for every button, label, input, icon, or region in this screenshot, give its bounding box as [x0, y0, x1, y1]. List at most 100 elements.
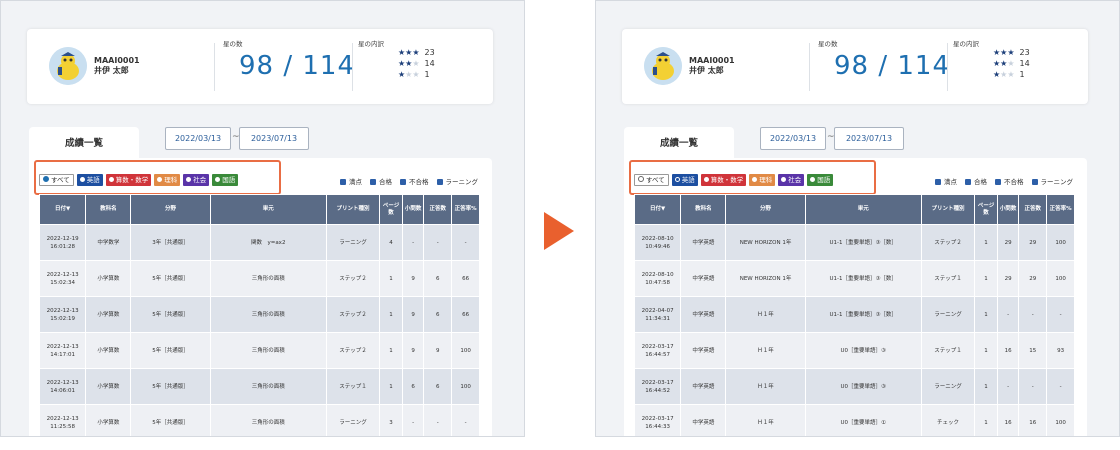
cell-unit: U0［重要単語］③ — [804, 332, 922, 369]
cell-unit: 三角形の面積 — [209, 296, 327, 333]
cell-questions: - — [401, 404, 425, 436]
cell-print-type: ラーニング — [325, 224, 381, 261]
tab-results-list[interactable]: 成績一覧 — [624, 127, 734, 159]
filter-math[interactable]: 算数・数学 — [700, 174, 747, 186]
checkbox-label: 不合格 — [1004, 178, 1024, 186]
filter-science[interactable]: 理科 — [749, 174, 776, 186]
cell-rate: - — [1046, 368, 1075, 405]
cell-field: 5年［共通版］ — [130, 296, 211, 333]
date-from-field[interactable]: 2022/03/13 — [165, 127, 231, 150]
filter-science[interactable]: 理科 — [154, 174, 181, 186]
filter-all-radio[interactable]: すべて — [39, 174, 74, 186]
cell-print-type: ステップ２ — [325, 296, 381, 333]
table-row[interactable]: 2022-03-17 16:44:57 中学英語 Ｈ１年 U0［重要単語］③ ステップ１… — [633, 332, 1075, 369]
checkbox-learning[interactable]: ラーニング — [1031, 176, 1074, 186]
after-screen: MAAI0001 井伊 太郎 星の数 98 / 114 星の内訳 ★★★ 23 ★… — [595, 0, 1120, 437]
checkbox-learning[interactable]: ラーニング — [436, 176, 478, 186]
table-row[interactable]: 2022-04-07 11:34:31 中学英語 Ｈ１年 U1-1［重要単語］③［数］… — [633, 296, 1075, 333]
star-count-label: 星の数 — [223, 40, 243, 48]
student-summary-card: MAAI0001 井伊 太郎 星の数 98 / 114 星の内訳 ★★★ 23 ★… — [27, 29, 493, 104]
checkbox-label: ラーニング — [1040, 178, 1074, 186]
cell-subject: 中学英語 — [680, 260, 727, 297]
cell-correct: 15 — [1018, 332, 1048, 369]
cell-subject: 小学算数 — [85, 260, 132, 297]
cell-subject: 小学算数 — [85, 296, 132, 333]
table-row[interactable]: 2022-12-13 11:25:58 小学算数 5年［共通版］ 三角形の面積 ラーニン… — [38, 404, 480, 436]
filter-math-label: 算数・数学 — [115, 176, 149, 184]
filter-japanese[interactable]: 国語 — [212, 174, 239, 186]
star-count-label: 星の数 — [818, 40, 838, 48]
table-row[interactable]: 2022-08-10 10:49:46 中学英語 NEW HORIZON 1年 U1-… — [633, 224, 1075, 261]
checkbox-perfect[interactable]: 満点 — [935, 176, 957, 186]
col-pages: ページ数 — [379, 194, 403, 225]
checkbox-label: 不合格 — [409, 178, 429, 186]
subject-filter-bar: すべて 英語 算数・数学 理科 社会 国語 — [39, 174, 241, 187]
checkbox-pass[interactable]: 合格 — [370, 176, 392, 186]
checkbox-checked-icon — [370, 179, 376, 185]
table-row[interactable]: 2022-12-19 16:01:28 中学数学 3年［共通版］ 関数 y=ax2 ラー… — [38, 224, 480, 261]
radio-dot-icon — [810, 177, 816, 182]
cell-subject: 中学英語 — [680, 332, 727, 369]
filter-social[interactable]: 社会 — [183, 174, 210, 186]
date-to-field[interactable]: 2023/07/13 — [239, 127, 309, 150]
user-id: MAAI0001 — [94, 56, 140, 65]
checkbox-label: 合格 — [379, 178, 392, 186]
cell-questions: - — [401, 224, 425, 261]
filter-social[interactable]: 社会 — [778, 174, 805, 186]
cell-field: Ｈ１年 — [725, 404, 806, 436]
filter-english-label: 英語 — [86, 176, 100, 184]
star-row-count: 1 — [1019, 70, 1025, 79]
results-table: 日付▼ 教科名 分野 単元 プリント種別 ページ数 小問数 正答数 正答率% 2… — [633, 194, 1075, 436]
cell-print-type: ステップ２ — [325, 260, 381, 297]
table-row[interactable]: 2022-12-13 15:02:34 小学算数 5年［共通版］ 三角形の面積 ステップ… — [38, 260, 480, 297]
date-from-field[interactable]: 2022/03/13 — [760, 127, 826, 150]
filter-math[interactable]: 算数・数学 — [105, 174, 152, 186]
table-row[interactable]: 2022-12-13 15:02:19 小学算数 5年［共通版］ 三角形の面積 ステップ… — [38, 296, 480, 333]
col-date[interactable]: 日付▼ — [633, 194, 682, 225]
col-field: 分野 — [130, 194, 211, 225]
cell-correct: 6 — [423, 260, 453, 297]
filter-all-label: すべて — [646, 176, 665, 184]
radio-dot-icon — [752, 177, 758, 182]
star-breakdown: ★★★ 23 ★★★ 14 ★★★ 1 — [993, 47, 1030, 80]
tab-results-list[interactable]: 成績一覧 — [29, 127, 139, 159]
cell-unit: 関数 y=ax2 — [209, 224, 327, 261]
table-row[interactable]: 2022-03-17 16:44:33 中学英語 Ｈ１年 U0［重要単語］① チェック 1… — [633, 404, 1075, 436]
checkbox-pass[interactable]: 合格 — [965, 176, 987, 186]
checkbox-checked-icon — [965, 179, 971, 185]
col-date[interactable]: 日付▼ — [38, 194, 87, 225]
filter-english[interactable]: 英語 — [76, 174, 103, 186]
cell-questions: 16 — [996, 404, 1020, 436]
checkbox-perfect[interactable]: 満点 — [340, 176, 362, 186]
col-field: 分野 — [725, 194, 806, 225]
star-row-1: ★★★ 1 — [993, 69, 1030, 80]
filter-all-radio[interactable]: すべて — [634, 174, 669, 186]
cell-correct: 16 — [1018, 404, 1048, 436]
filter-social-label: 社会 — [788, 176, 802, 184]
star-icons: ★★★ — [398, 48, 420, 57]
date-to-field[interactable]: 2023/07/13 — [834, 127, 904, 150]
user-name: 井伊 太郎 — [689, 66, 724, 75]
checkbox-fail[interactable]: 不合格 — [995, 176, 1024, 186]
col-subject: 教科名 — [680, 194, 727, 225]
table-row[interactable]: 2022-08-10 10:47:58 中学英語 NEW HORIZON 1年 U1-… — [633, 260, 1075, 297]
cell-date: 2022-12-13 14:06:01 — [38, 368, 87, 405]
star-icons-empty: ★★ — [405, 70, 420, 79]
filter-japanese[interactable]: 国語 — [807, 174, 834, 186]
table-header-row: 日付▼ 教科名 分野 単元 プリント種別 ページ数 小問数 正答数 正答率% — [38, 194, 480, 225]
cell-field: Ｈ１年 — [725, 296, 806, 333]
radio-dot-icon — [108, 177, 114, 182]
cell-correct: 6 — [423, 368, 453, 405]
radio-dot-icon — [215, 177, 221, 182]
cell-field: Ｈ１年 — [725, 368, 806, 405]
cell-questions: - — [996, 368, 1020, 405]
table-row[interactable]: 2022-03-17 16:44:52 中学英語 Ｈ１年 U0［重要単語］③ ラーニング… — [633, 368, 1075, 405]
col-print-type: プリント種別 — [325, 194, 381, 225]
filter-english[interactable]: 英語 — [671, 174, 698, 186]
mascot-icon — [644, 47, 682, 85]
table-row[interactable]: 2022-12-13 14:06:01 小学算数 5年［共通版］ 三角形の面積 ステップ… — [38, 368, 480, 405]
checkbox-checked-icon — [995, 179, 1001, 185]
cell-unit: U1-1［重要単語］③［数］ — [804, 260, 922, 297]
table-row[interactable]: 2022-12-13 14:17:01 小学算数 5年［共通版］ 三角形の面積 ステップ… — [38, 332, 480, 369]
checkbox-fail[interactable]: 不合格 — [400, 176, 429, 186]
